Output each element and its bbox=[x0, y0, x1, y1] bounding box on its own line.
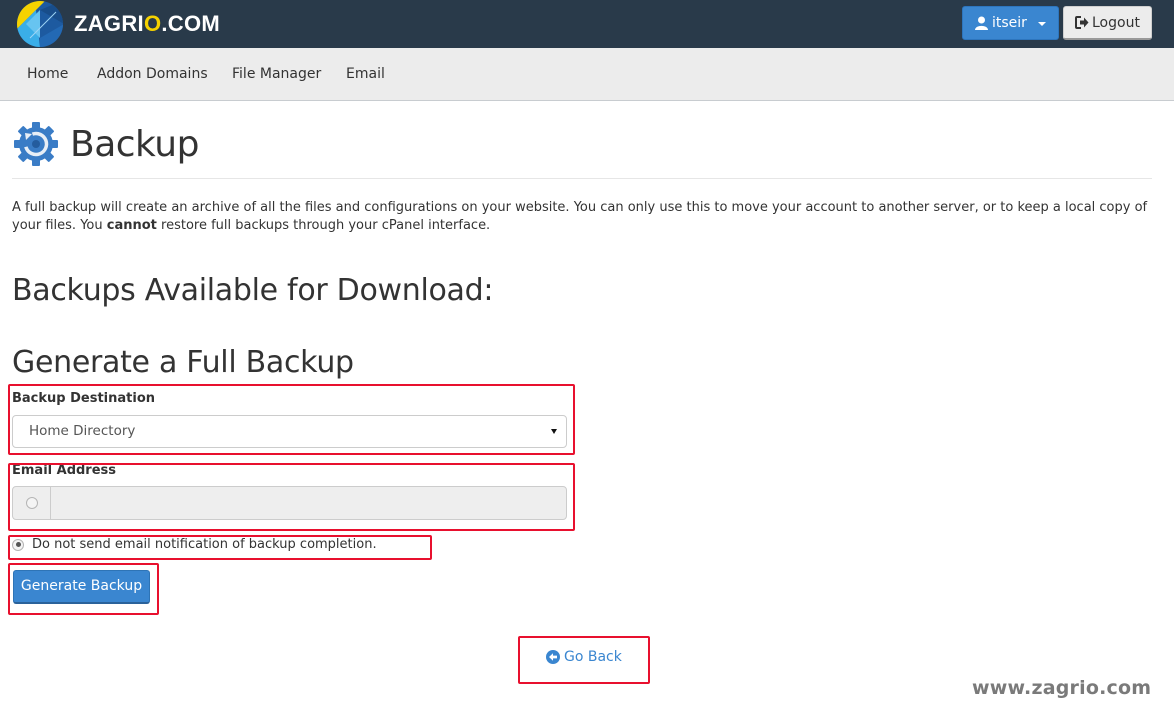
email-address-group bbox=[12, 486, 567, 520]
caret-down-icon bbox=[1038, 22, 1046, 26]
go-back-link[interactable]: Go Back bbox=[546, 649, 622, 665]
user-icon bbox=[975, 16, 988, 30]
page-header: Backup bbox=[12, 118, 199, 170]
backup-description: A full backup will create an archive of … bbox=[12, 200, 1148, 233]
nav-item-file-manager[interactable]: File Manager bbox=[232, 48, 321, 100]
nav-item-addon-domains[interactable]: Addon Domains bbox=[97, 48, 208, 100]
email-radio[interactable] bbox=[25, 497, 38, 509]
email-radio-addon bbox=[13, 487, 51, 519]
brand-name: ZAGRIO.COM bbox=[74, 11, 221, 36]
logout-button[interactable]: Logout bbox=[1063, 6, 1152, 40]
logout-label: Logout bbox=[1092, 14, 1140, 31]
username-label: itseir bbox=[992, 15, 1027, 31]
backups-available-heading: Backups Available for Download: bbox=[12, 273, 494, 308]
arrow-circle-left-icon bbox=[546, 650, 560, 664]
sign-out-icon bbox=[1075, 16, 1089, 29]
title-divider bbox=[12, 178, 1152, 179]
backup-gear-icon bbox=[14, 122, 58, 166]
main-nav: Home Addon Domains File Manager Email bbox=[0, 48, 1174, 101]
generate-backup-button[interactable]: Generate Backup bbox=[13, 570, 150, 604]
backup-destination-label: Backup Destination bbox=[12, 391, 156, 406]
top-bar: ZAGRIO.COM itseir Logout bbox=[0, 0, 1174, 48]
email-address-input[interactable] bbox=[51, 487, 566, 519]
backup-destination-value: Home Directory bbox=[29, 423, 136, 439]
logo-mark-icon bbox=[17, 1, 63, 47]
backup-destination-select[interactable]: Home Directory bbox=[12, 415, 567, 448]
generate-backup-heading: Generate a Full Backup bbox=[12, 345, 354, 380]
nav-item-email[interactable]: Email bbox=[346, 48, 385, 100]
no-email-option[interactable]: Do not send email notification of backup… bbox=[12, 537, 377, 552]
no-email-radio[interactable] bbox=[12, 538, 24, 551]
page-title: Backup bbox=[70, 123, 199, 165]
go-back-label: Go Back bbox=[564, 649, 622, 665]
nav-item-home[interactable]: Home bbox=[27, 48, 68, 100]
email-address-label: Email Address bbox=[12, 463, 117, 478]
dropdown-arrow-icon bbox=[551, 429, 557, 434]
brand-logo[interactable]: ZAGRIO.COM bbox=[16, 0, 220, 48]
watermark: www.zagrio.com bbox=[972, 677, 1152, 699]
no-email-label: Do not send email notification of backup… bbox=[32, 537, 377, 552]
user-menu-button[interactable]: itseir bbox=[962, 6, 1059, 40]
